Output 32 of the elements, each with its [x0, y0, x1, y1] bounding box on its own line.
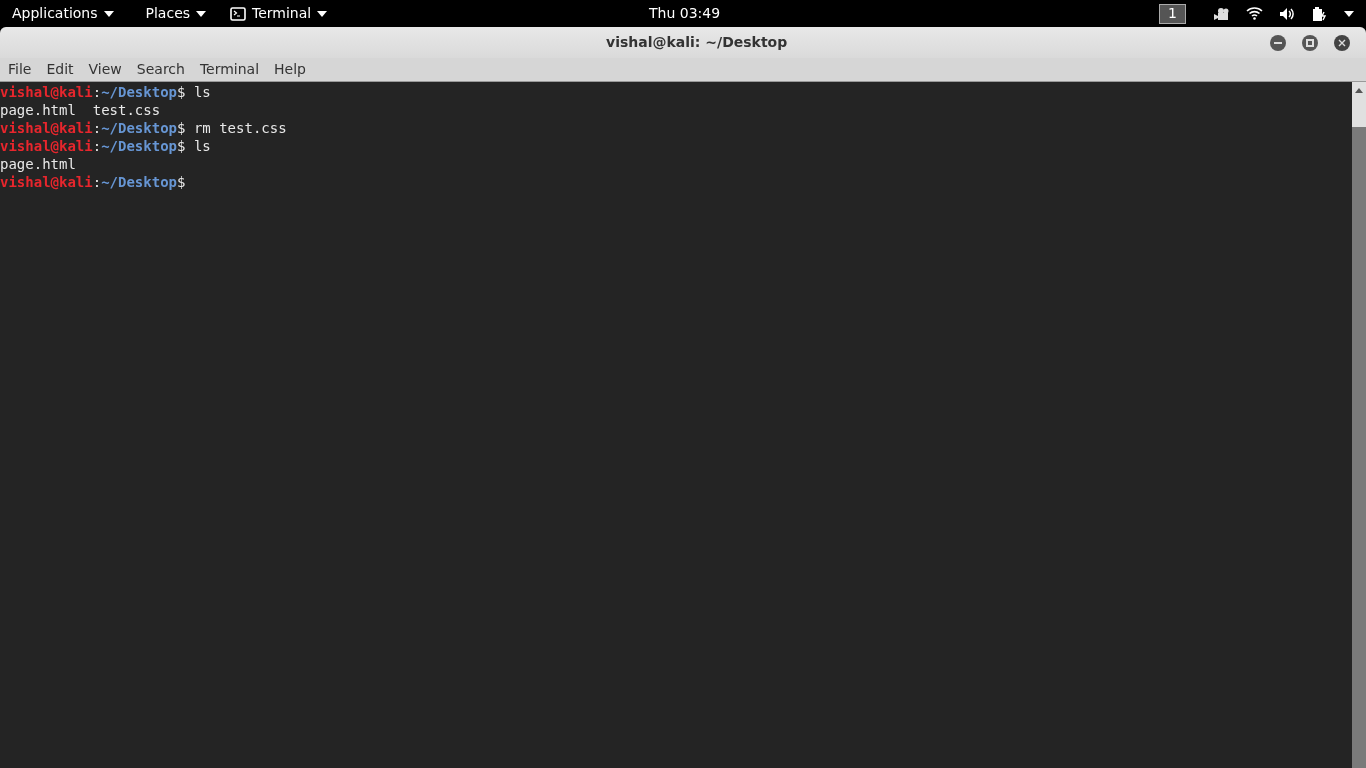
- camera-icon[interactable]: [1214, 6, 1230, 21]
- panel-menu[interactable]: Applications: [12, 3, 114, 24]
- menu-item[interactable]: Edit: [46, 59, 74, 80]
- maximize-button[interactable]: [1302, 34, 1318, 51]
- panel-menu[interactable]: Terminal: [230, 3, 328, 24]
- minimize-button[interactable]: [1270, 34, 1286, 51]
- terminal-line: vishal@kali:~/Desktop$ ls: [0, 83, 211, 101]
- menu-item[interactable]: View: [88, 59, 122, 80]
- caret-icon: [196, 10, 207, 17]
- close-icon: [1338, 38, 1346, 47]
- panel-menu[interactable]: Places: [145, 3, 207, 24]
- terminal-line: vishal@kali:~/Desktop$ rm test.css: [0, 119, 287, 137]
- wifi-icon[interactable]: [1246, 7, 1263, 20]
- terminal-line: page.html test.css: [0, 101, 161, 119]
- clock[interactable]: Thu 03:49: [649, 3, 721, 24]
- menu-item[interactable]: Search: [136, 59, 185, 80]
- window-title: vishal@kali: ~/Desktop: [606, 33, 788, 52]
- terminal-icon: [230, 6, 247, 21]
- menu-item[interactable]: File: [8, 59, 32, 80]
- menu-item[interactable]: Help: [274, 59, 306, 80]
- terminal-line: vishal@kali:~/Desktop$: [0, 173, 186, 191]
- menu-item[interactable]: Terminal: [199, 59, 260, 80]
- volume-icon[interactable]: [1279, 6, 1296, 21]
- caret-icon: [317, 10, 328, 17]
- scroll-up-icon[interactable]: [1355, 88, 1363, 93]
- caret-icon[interactable]: [1344, 10, 1354, 17]
- terminal-line: vishal@kali:~/Desktop$ ls: [0, 137, 211, 155]
- close-button[interactable]: [1334, 34, 1350, 51]
- workspace-indicator[interactable]: 1: [1159, 3, 1186, 24]
- caret-icon: [103, 10, 114, 17]
- terminal-line: page.html: [0, 155, 76, 173]
- battery-icon[interactable]: [1312, 5, 1328, 22]
